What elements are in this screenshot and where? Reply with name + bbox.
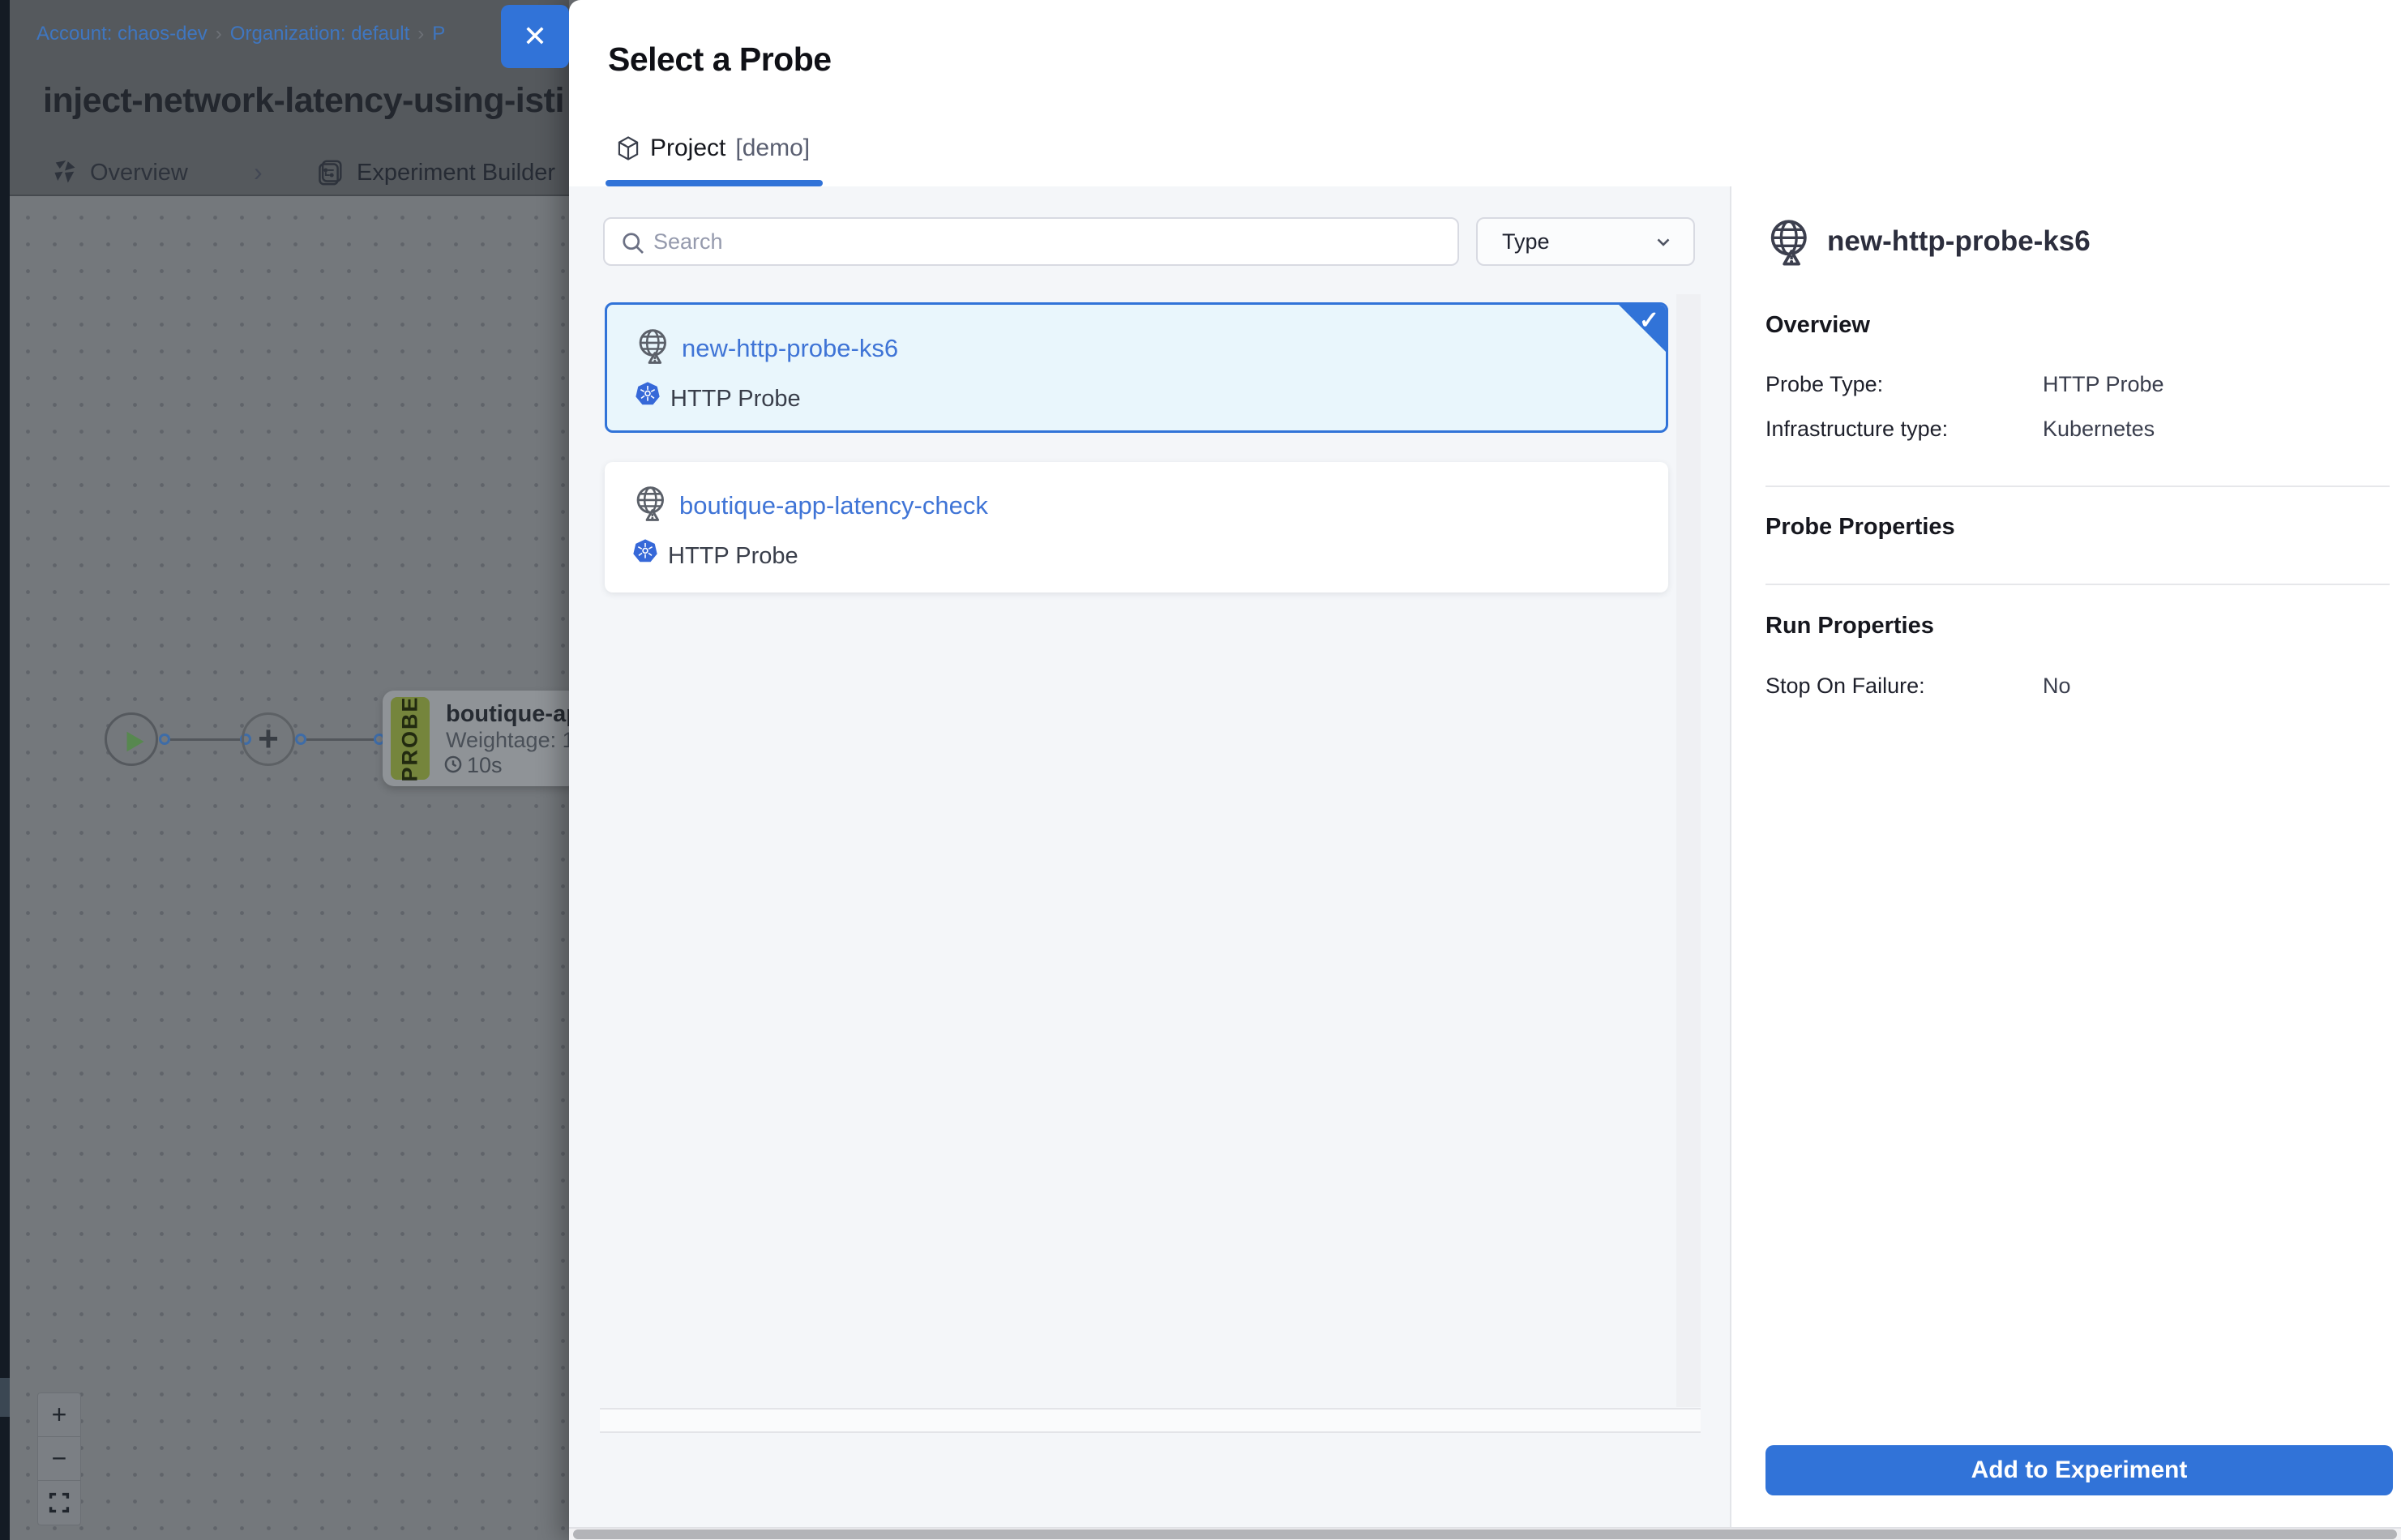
edge-line	[170, 738, 242, 741]
breadcrumb-account-link[interactable]: Account: chaos-dev	[36, 23, 208, 45]
kubernetes-icon	[632, 538, 658, 564]
probe-name-link[interactable]: new-http-probe-ks6	[682, 334, 898, 363]
add-to-experiment-label: Add to Experiment	[1971, 1457, 2188, 1484]
search-input[interactable]	[652, 219, 1446, 264]
section-overview-heading: Overview	[1765, 312, 1870, 339]
plus-icon: +	[258, 721, 279, 757]
experiment-builder-icon	[318, 159, 344, 186]
details-probe-name: new-http-probe-ks6	[1827, 225, 2091, 258]
http-probe-icon	[636, 327, 672, 366]
kubernetes-icon	[635, 381, 661, 407]
edge-port[interactable]	[295, 734, 306, 745]
canvas-zoom-controls: + −	[37, 1392, 81, 1525]
list-vertical-scrollbar[interactable]	[1676, 294, 1701, 1407]
add-step-node[interactable]: +	[242, 712, 295, 766]
type-filter-label: Type	[1502, 229, 1550, 255]
tab-overview-label: Overview	[90, 160, 188, 186]
experiment-canvas[interactable]: + PROBE boutique-ap Weightage: 10 10s + …	[10, 196, 569, 1540]
collapsed-left-nav	[0, 0, 10, 1540]
zoom-in-button[interactable]: +	[38, 1393, 80, 1437]
tab-experiment-builder[interactable]: Experiment Builder	[318, 159, 555, 186]
section-divider	[1765, 486, 2390, 487]
field-value: Kubernetes	[2043, 417, 2155, 442]
page-title: inject-network-latency-using-isti	[43, 81, 568, 121]
screen: Account: chaos-dev › Organization: default…	[0, 0, 2401, 1540]
probe-node-duration: 10s	[467, 753, 503, 778]
type-filter-dropdown[interactable]: Type	[1476, 217, 1695, 266]
probe-node-badge: PROBE	[391, 697, 430, 780]
close-icon: ✕	[523, 19, 547, 53]
experiment-tab-bar: Overview › Experiment Builder	[10, 151, 569, 195]
search-box	[603, 217, 1459, 266]
minus-icon: −	[52, 1444, 67, 1474]
list-footer-band	[600, 1408, 1701, 1433]
probe-type-label: HTTP Probe	[668, 543, 798, 570]
add-to-experiment-button[interactable]: Add to Experiment	[1765, 1445, 2393, 1495]
probe-name-link[interactable]: boutique-app-latency-check	[679, 491, 988, 520]
tab-chevron-icon: ›	[254, 157, 263, 187]
horizontal-scrollbar-thumb[interactable]	[573, 1529, 2397, 1539]
breadcrumb-project-link[interactable]: P	[432, 23, 445, 45]
probe-node-weightage: Weightage: 10	[446, 728, 579, 753]
field-label: Infrastructure type:	[1765, 417, 1948, 442]
tab-project[interactable]: Project [demo]	[616, 130, 810, 167]
http-probe-icon	[1767, 217, 1814, 269]
overview-icon	[53, 159, 77, 186]
probe-card-selected[interactable]: ✓ new-http-probe-ks6 HTTP Probe	[605, 302, 1668, 433]
chevron-down-icon	[1653, 231, 1674, 252]
breadcrumb: Account: chaos-dev › Organization: default…	[36, 23, 555, 45]
search-icon	[621, 231, 645, 255]
probe-node-title: boutique-ap	[446, 701, 579, 728]
left-nav-notch	[0, 1378, 10, 1417]
plus-icon: +	[52, 1400, 67, 1430]
check-icon: ✓	[1639, 306, 1659, 335]
section-probe-properties-heading: Probe Properties	[1765, 514, 1955, 541]
probe-card[interactable]: boutique-app-latency-check HTTP Probe	[605, 462, 1668, 592]
field-value: No	[2043, 674, 2071, 699]
fit-to-screen-button[interactable]	[38, 1481, 80, 1525]
zoom-out-button[interactable]: −	[38, 1437, 80, 1481]
edge-line	[306, 738, 375, 741]
play-icon	[125, 730, 146, 753]
close-button[interactable]: ✕	[501, 5, 569, 68]
clock-icon	[444, 755, 462, 773]
breadcrumb-separator-icon: ›	[216, 23, 222, 45]
start-node[interactable]	[105, 712, 158, 766]
field-label: Stop On Failure:	[1765, 674, 1925, 699]
field-value: HTTP Probe	[2043, 372, 2164, 397]
field-label: Probe Type:	[1765, 372, 1883, 397]
section-divider	[1765, 584, 2390, 585]
http-probe-icon	[634, 485, 670, 524]
fullscreen-icon	[49, 1492, 70, 1513]
section-run-properties-heading: Run Properties	[1765, 613, 1934, 640]
breadcrumb-separator-icon: ›	[417, 23, 424, 45]
breadcrumb-organization-link[interactable]: Organization: default	[230, 23, 409, 45]
tab-experiment-builder-label: Experiment Builder	[357, 160, 555, 186]
active-tab-underline	[606, 180, 823, 186]
drawer-title: Select a Probe	[608, 41, 832, 79]
tab-overview[interactable]: Overview	[53, 159, 188, 186]
project-cube-icon	[616, 135, 640, 161]
probe-node-card[interactable]: PROBE boutique-ap Weightage: 10 10s	[383, 691, 579, 786]
edge-port[interactable]	[159, 734, 170, 745]
tab-project-label: Project	[650, 135, 725, 162]
tab-project-scope: [demo]	[735, 135, 810, 162]
probe-type-label: HTTP Probe	[670, 386, 801, 413]
